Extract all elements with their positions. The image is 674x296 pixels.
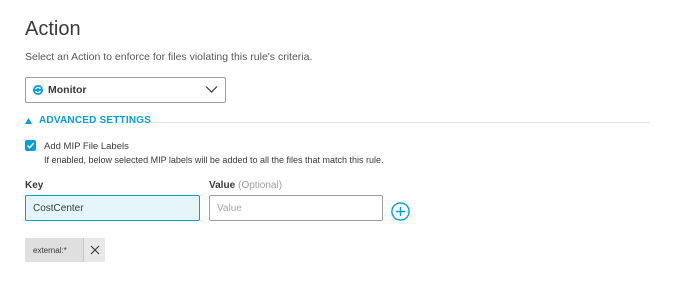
triangle-up-icon — [25, 117, 32, 124]
action-dropdown-value: Monitor — [48, 84, 87, 96]
monitor-icon — [33, 85, 43, 95]
remove-label-button[interactable] — [83, 238, 105, 262]
value-input[interactable] — [209, 195, 383, 221]
page-subtitle: Select an Action to enforce for files vi… — [25, 51, 313, 63]
action-dropdown[interactable]: Monitor — [25, 77, 226, 103]
section-divider — [150, 122, 650, 123]
advanced-settings-toggle[interactable]: ADVANCED SETTINGS — [25, 115, 151, 126]
value-label-text: Value — [209, 180, 236, 191]
value-optional-hint: (Optional) — [238, 180, 283, 191]
add-label-button[interactable] — [391, 202, 410, 221]
mip-labels-checkbox-label[interactable]: Add MIP File Labels — [44, 141, 129, 152]
advanced-settings-label: ADVANCED SETTINGS — [39, 115, 152, 126]
mip-labels-help-text: If enabled, below selected MIP labels wi… — [44, 155, 384, 165]
key-input[interactable] — [25, 195, 200, 221]
key-label: Key — [25, 180, 44, 191]
value-label: Value (Optional) — [209, 180, 282, 191]
mip-labels-checkbox[interactable] — [25, 140, 36, 151]
checkmark-icon — [26, 142, 35, 149]
page-title: Action — [25, 18, 81, 40]
label-chip-text: external:* — [25, 238, 83, 262]
label-chip: external:* — [25, 238, 105, 262]
chevron-down-icon — [205, 86, 218, 93]
close-icon — [90, 245, 99, 255]
